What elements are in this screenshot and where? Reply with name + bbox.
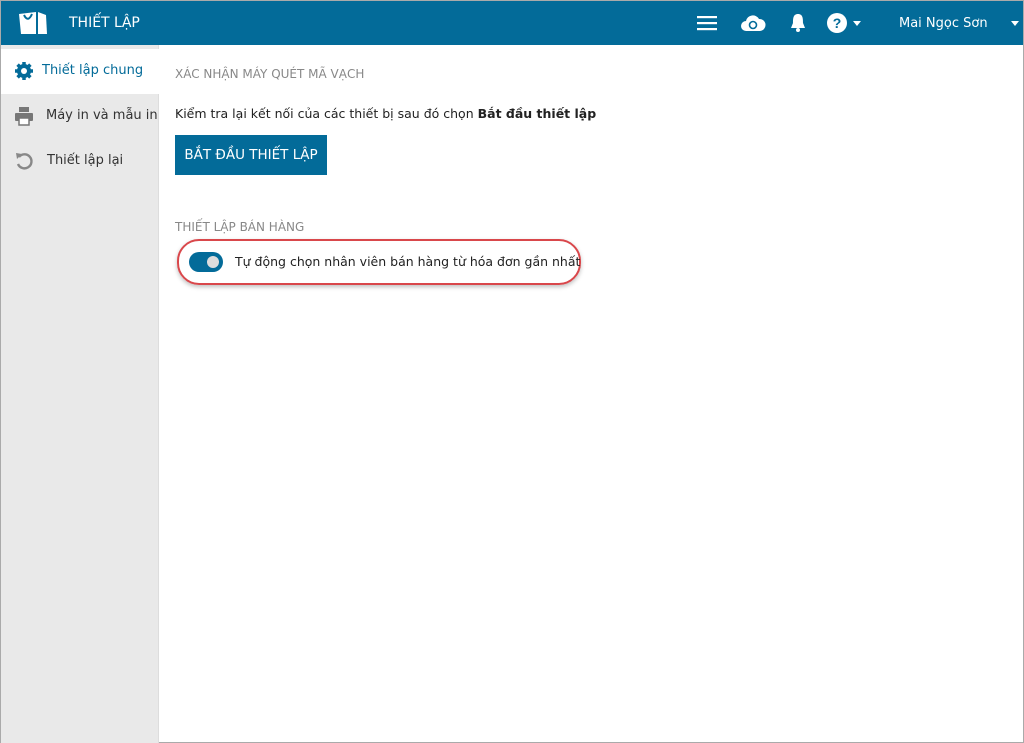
toggle-knob <box>207 256 219 268</box>
reset-icon <box>16 153 33 170</box>
help-dropdown-caret-icon[interactable] <box>853 21 861 26</box>
sidebar-item-label: Máy in và mẫu in <box>46 108 158 123</box>
description-text: Kiểm tra lại kết nối của các thiết bị sa… <box>175 106 478 121</box>
top-bar: THIẾT LẬP ? Mai Ngọc Sơn <box>1 1 1023 45</box>
toggle-label: Tự động chọn nhân viên bán hàng từ hóa đ… <box>235 254 581 269</box>
page-title: THIẾT LẬP <box>69 15 140 31</box>
help-icon[interactable]: ? <box>826 12 848 34</box>
start-setup-button[interactable]: BẮT ĐẦU THIẾT LẬP <box>175 135 327 175</box>
logo-icon <box>19 12 47 34</box>
sidebar-item-general-settings[interactable]: Thiết lập chung <box>1 49 159 94</box>
bell-icon[interactable] <box>789 12 807 34</box>
barcode-description: Kiểm tra lại kết nối của các thiết bị sa… <box>175 106 596 121</box>
description-bold-text: Bắt đầu thiết lập <box>477 106 597 121</box>
sidebar-item-printers[interactable]: Máy in và mẫu in <box>1 94 159 139</box>
sidebar: Thiết lập chung Máy in và mẫu in Thiết l… <box>1 45 159 743</box>
user-name[interactable]: Mai Ngọc Sơn <box>899 16 988 31</box>
gear-icon <box>15 62 33 80</box>
auto-select-staff-toggle[interactable] <box>189 252 223 272</box>
sales-section-heading: THIẾT LẬP BÁN HÀNG <box>175 220 305 234</box>
user-dropdown-caret-icon[interactable] <box>1011 21 1019 26</box>
cloud-sync-icon[interactable] <box>740 13 766 33</box>
svg-text:?: ? <box>833 15 842 31</box>
printer-icon <box>15 107 33 126</box>
sidebar-item-reset[interactable]: Thiết lập lại <box>1 139 159 184</box>
sidebar-item-label: Thiết lập lại <box>47 153 124 168</box>
highlight-annotation: Tự động chọn nhân viên bán hàng từ hóa đ… <box>177 239 581 285</box>
barcode-section-heading: XÁC NHẬN MÁY QUÉT MÃ VẠCH <box>175 67 365 81</box>
menu-icon[interactable] <box>697 15 717 31</box>
sidebar-item-label: Thiết lập chung <box>42 63 144 78</box>
